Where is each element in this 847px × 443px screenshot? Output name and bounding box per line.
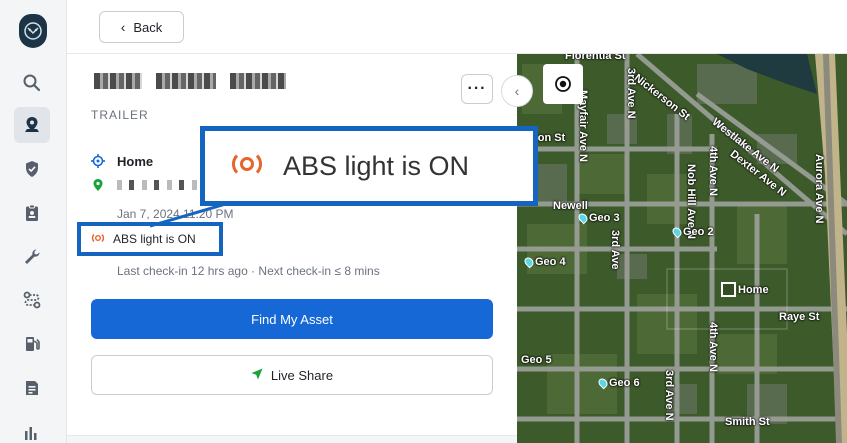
fuel-icon[interactable] — [14, 326, 50, 362]
wrench-icon[interactable] — [14, 239, 50, 275]
street-label: 3rd Ave N — [663, 370, 675, 421]
redacted-text — [94, 73, 142, 89]
redacted-text — [230, 73, 286, 89]
crosshair-icon — [91, 154, 105, 173]
top-bar: ‹ Back — [67, 0, 847, 54]
shield-icon[interactable] — [14, 151, 50, 187]
asset-type-label: TRAILER — [91, 108, 149, 122]
back-button-label: Back — [133, 19, 163, 35]
document-icon[interactable] — [14, 370, 50, 406]
alert-text: ABS light is ON — [113, 232, 196, 246]
street-label: Newell — [553, 200, 588, 212]
geofence-marker[interactable]: Geo 5 — [521, 354, 552, 366]
collapse-panel-button[interactable]: ‹ — [501, 75, 533, 107]
address-redacted — [117, 180, 207, 190]
geofence-marker[interactable]: Geo 4 — [522, 255, 566, 269]
chart-icon[interactable] — [14, 414, 50, 443]
sidebar — [0, 0, 67, 443]
geofence-marker[interactable]: Geo 2 — [670, 225, 714, 239]
geofence-pin-icon — [670, 225, 684, 239]
find-my-asset-button[interactable]: Find My Asset — [91, 299, 493, 339]
street-label: 3rd Ave N — [625, 68, 637, 119]
navigation-arrow-icon — [251, 368, 263, 383]
app-root: ‹ Back ··· ‹ TRAILER Home Jan 7, 2024 11… — [0, 0, 847, 443]
alert-signal-icon — [91, 230, 105, 248]
satellite-map[interactable]: Florentia St Nickerson St Westlake Ave N… — [517, 54, 847, 443]
street-label: Raye St — [779, 311, 820, 323]
street-label: Florentia St — [565, 54, 626, 62]
street-label: 3rd Ave — [609, 230, 621, 270]
geofence-marker[interactable]: Geo 6 — [596, 376, 640, 390]
panel-footer — [67, 435, 517, 443]
chevron-left-icon: ‹ — [120, 19, 126, 35]
asset-location-icon — [721, 282, 736, 297]
map-pin-icon[interactable] — [14, 107, 50, 143]
callout-text: ABS light is ON — [283, 150, 470, 181]
geofence-pin-icon — [596, 376, 610, 390]
home-geofence-marker[interactable]: Home — [721, 282, 769, 297]
checkin-status: Last check-in 12 hrs ago · Next check-in… — [117, 264, 380, 278]
more-options-button[interactable]: ··· — [461, 74, 493, 104]
live-share-button[interactable]: Live Share — [91, 355, 493, 395]
redacted-text — [156, 73, 216, 89]
geofence-pin-icon — [522, 255, 536, 269]
live-share-label: Live Share — [270, 367, 334, 383]
route-icon[interactable] — [14, 282, 50, 318]
alert-signal-icon — [229, 153, 265, 180]
street-label: 4th Ave N — [707, 322, 719, 372]
search-icon[interactable] — [14, 65, 50, 101]
my-location-button[interactable] — [543, 64, 583, 104]
asset-name-redacted — [94, 73, 286, 93]
street-label: 4th Ave N — [707, 146, 719, 196]
target-icon — [555, 76, 571, 92]
map-pin-icon — [93, 178, 103, 196]
alert-zoom-callout: ABS light is ON — [200, 126, 538, 206]
back-button[interactable]: ‹ Back — [99, 11, 184, 43]
street-label: Smith St — [725, 416, 770, 428]
location-name: Home — [117, 154, 154, 169]
geofence-pin-icon — [576, 211, 590, 225]
clipboard-icon[interactable] — [14, 195, 50, 231]
geofence-marker[interactable]: Geo 3 — [576, 211, 620, 225]
asset-detail-panel: ··· ‹ TRAILER Home Jan 7, 2024 11:20 PM … — [67, 54, 533, 443]
street-label: Aurora Ave N — [813, 154, 825, 224]
home-label: Home — [738, 283, 769, 296]
owl-logo[interactable] — [19, 14, 47, 48]
